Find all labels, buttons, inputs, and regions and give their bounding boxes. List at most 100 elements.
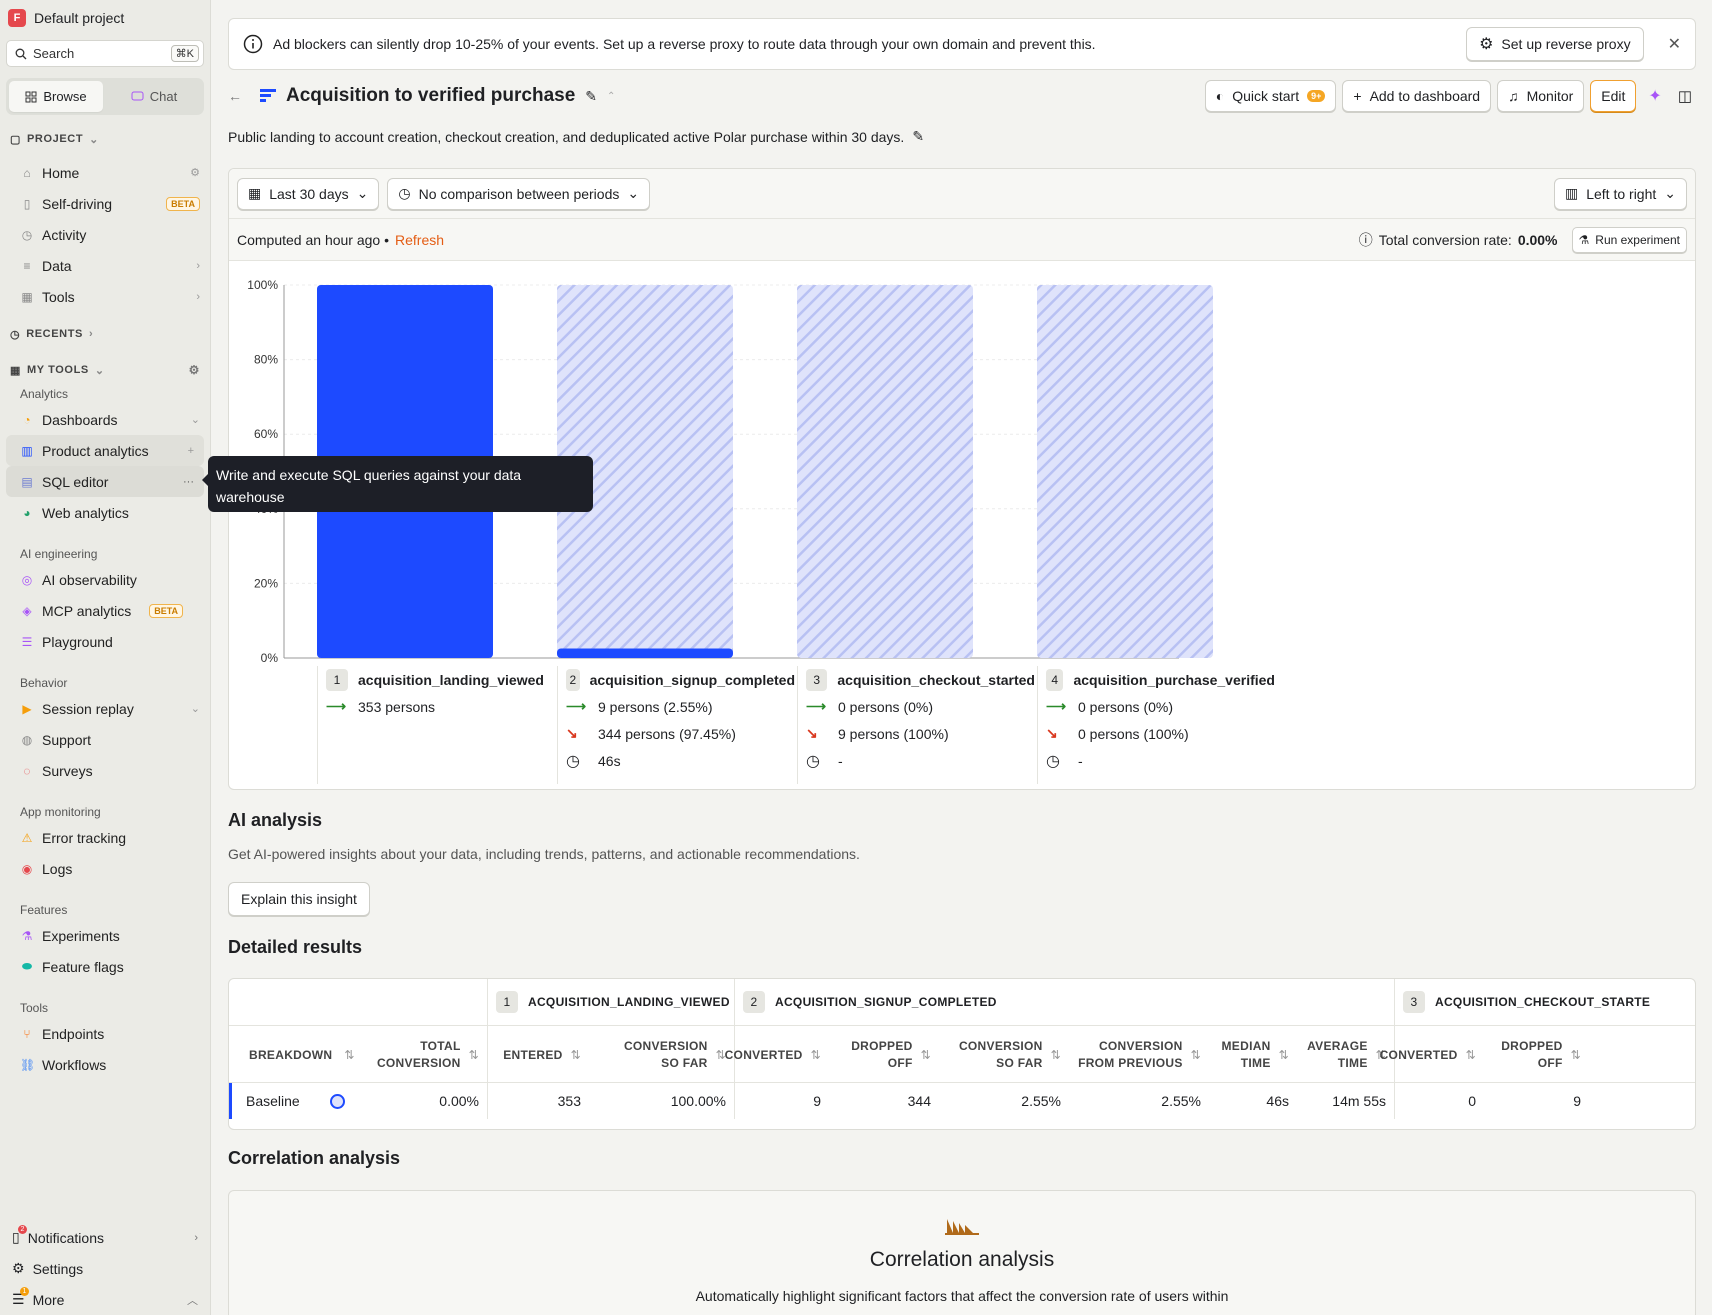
table-column-header[interactable]: CONVERSION SO FAR ⇅ — [589, 1026, 734, 1084]
project-switcher[interactable]: F Default project — [0, 0, 210, 36]
close-icon[interactable]: ✕ — [1668, 34, 1681, 54]
table-column-header[interactable]: DROPPED OFF ⇅ — [829, 1026, 939, 1084]
more-icon[interactable]: ··· — [183, 476, 194, 488]
table-column-header[interactable]: MEDIAN TIME ⇅ — [1209, 1026, 1297, 1084]
sidebar-item-tools[interactable]: ▦ Tools › — [0, 281, 210, 312]
layout-select[interactable]: ▥ Left to right ⌄ — [1553, 177, 1687, 210]
sidebar-item-product-analytics[interactable]: ▥ Product analytics + — [6, 435, 204, 466]
sort-icon[interactable]: ⇅ — [344, 1048, 354, 1062]
sidebar-item-mcp-analytics[interactable]: ◈ MCP analytics BETA — [0, 595, 210, 626]
box-icon: ▢ — [10, 133, 21, 146]
quick-start-button[interactable]: ◐ Quick start 9+ — [1204, 80, 1337, 112]
project-section-header[interactable]: ▢ PROJECT ⌄ — [0, 129, 210, 149]
table-column-header[interactable]: BREAKDOWN ⇅ — [229, 1026, 357, 1084]
sidebar-item-home[interactable]: ⌂ Home ⚙ — [0, 157, 210, 188]
sort-icon[interactable]: ⇅ — [1571, 1048, 1581, 1062]
explain-insight-button[interactable]: Explain this insight — [228, 882, 370, 916]
sort-icon[interactable]: ⇅ — [811, 1048, 821, 1062]
arrow-down-right-icon: ↘ — [566, 725, 578, 741]
playground-icon: ☰ — [21, 634, 33, 649]
back-arrow-icon[interactable]: ← — [228, 88, 250, 104]
sidebar-item-workflows[interactable]: ⛓ Workflows — [0, 1049, 210, 1080]
table-cell: Baseline — [229, 1083, 357, 1119]
side-panel-icon[interactable]: ◫ — [1674, 87, 1696, 105]
grid-icon: ▦ — [10, 364, 21, 377]
sidebar-item-data[interactable]: ≡ Data › — [0, 250, 210, 281]
sidebar-item-surveys[interactable]: ◌ Surveys — [0, 755, 210, 786]
correlation-icon — [945, 1219, 979, 1235]
recents-section-header[interactable]: ◷ RECENTS › — [0, 324, 210, 344]
table-column-header[interactable]: CONVERTED ⇅ — [1380, 1026, 1484, 1084]
gear-icon[interactable]: ⚙ — [189, 363, 200, 377]
sidebar-item-support[interactable]: ◍ Support — [0, 724, 210, 755]
sort-icon[interactable]: ⇅ — [921, 1048, 931, 1062]
flask-icon: ⚗ — [21, 928, 33, 943]
sidebar-item-error-tracking[interactable]: ⚠ Error tracking — [0, 822, 210, 853]
table-column-header[interactable]: ENTERED ⇅ — [487, 1026, 589, 1084]
run-experiment-button[interactable]: ⚗ Run experiment — [1571, 226, 1687, 253]
pencil-icon[interactable]: ✎ — [912, 128, 924, 145]
sidebar-item-label: Error tracking — [42, 829, 127, 846]
group-label-features: Features — [20, 903, 68, 917]
mytools-section-header[interactable]: ▦ MY TOOLS ⌄ ⚙ — [0, 360, 210, 380]
funnel-bar-background[interactable] — [797, 285, 973, 658]
table-column-header[interactable]: CONVERSION FROM PREVIOUS ⇅ — [1069, 1026, 1209, 1084]
edit-button[interactable]: Edit — [1590, 80, 1637, 112]
sort-icon[interactable]: ⌃ — [607, 91, 615, 102]
sidebar: F Default project Search ⌘K Browse Chat … — [0, 0, 211, 1315]
chevron-down-icon: ⌄ — [1664, 185, 1676, 201]
date-range-select[interactable]: ▦ Last 30 days ⌄ — [237, 177, 380, 210]
sidebar-item-web-analytics[interactable]: ◕ Web analytics — [0, 497, 210, 528]
step-converted: 353 persons — [358, 698, 436, 715]
setup-reverse-proxy-button[interactable]: ⚙ Set up reverse proxy — [1466, 27, 1644, 61]
table-column-header[interactable]: TOTAL CONVERSION ⇅ — [357, 1026, 487, 1084]
table-column-header[interactable]: CONVERTED ⇅ — [725, 1026, 829, 1084]
search-input[interactable]: Search ⌘K — [6, 40, 204, 67]
sort-icon[interactable]: ⇅ — [1051, 1048, 1061, 1062]
settings-item[interactable]: ⚙ Settings — [0, 1253, 210, 1284]
sort-icon[interactable]: ⇅ — [1279, 1048, 1289, 1062]
monitor-button[interactable]: ♫ Monitor — [1497, 80, 1585, 112]
sidebar-item-feature-flags[interactable]: ⬬ Feature flags — [0, 951, 210, 982]
funnel-bar-background[interactable] — [1037, 285, 1213, 658]
sidebar-item-playground[interactable]: ☰ Playground — [0, 626, 210, 657]
gear-icon: ⚙ — [12, 1260, 25, 1276]
group-name: ACQUISITION_CHECKOUT_STARTE — [1435, 995, 1651, 1009]
funnel-bar[interactable] — [557, 648, 733, 658]
more-item[interactable]: ☰ 1 More ︿ — [0, 1284, 210, 1315]
sidebar-item-dashboards[interactable]: ◔ Dashboards ⌄ — [0, 404, 210, 435]
browse-tab[interactable]: Browse — [9, 81, 103, 112]
y-tick-label: 100% — [247, 278, 278, 292]
sidebar-item-session-replay[interactable]: ▶ Session replay ⌄ — [0, 693, 210, 724]
table-column-header[interactable]: DROPPED OFF ⇅ — [1484, 1026, 1589, 1084]
sidebar-item-self-driving[interactable]: ▯ Self-driving BETA — [0, 188, 210, 219]
sparkle-icon[interactable]: ✦ — [1642, 86, 1667, 106]
info-icon — [243, 34, 263, 54]
sidebar-item-activity[interactable]: ◷ Activity — [0, 219, 210, 250]
plus-icon[interactable]: + — [188, 445, 194, 457]
refresh-link[interactable]: Refresh — [395, 232, 444, 248]
sidebar-item-logs[interactable]: ◉ Logs — [0, 853, 210, 884]
arrow-down-right-icon: ↘ — [806, 725, 818, 741]
settings-small-icon[interactable]: ⚙ — [190, 166, 200, 179]
comparison-select[interactable]: ◷ No comparison between periods ⌄ — [387, 177, 651, 210]
add-to-dashboard-button[interactable]: + Add to dashboard — [1342, 80, 1492, 112]
sort-icon[interactable]: ⇅ — [1191, 1048, 1201, 1062]
edit-label: Edit — [1601, 88, 1626, 104]
sort-icon[interactable]: ⇅ — [469, 1048, 479, 1062]
sidebar-item-sql-editor[interactable]: ▤ SQL editor ··· — [6, 466, 204, 497]
sidebar-item-endpoints[interactable]: ⑂ Endpoints — [0, 1018, 210, 1049]
sidebar-item-experiments[interactable]: ⚗ Experiments — [0, 920, 210, 951]
chat-tab[interactable]: Chat — [107, 81, 201, 112]
table-row[interactable]: Baseline 0.00% 353 100.00% 9 344 2.55% 2.55% 46s… — [229, 1083, 1695, 1119]
notifications-item[interactable]: ▯ 2 Notifications › — [0, 1222, 210, 1253]
step-time: 46s — [598, 752, 621, 769]
pencil-icon[interactable]: ✎ — [585, 88, 597, 105]
series-dot-icon[interactable] — [330, 1093, 345, 1109]
sort-icon[interactable]: ⇅ — [1466, 1048, 1476, 1062]
correlation-card: Correlation analysis Automatically highl… — [228, 1190, 1696, 1315]
table-column-header[interactable]: CONVERSION SO FAR ⇅ — [939, 1026, 1069, 1084]
calendar-icon: ▦ — [248, 185, 262, 201]
sort-icon[interactable]: ⇅ — [571, 1048, 581, 1062]
sidebar-item-ai-observability[interactable]: ◎ AI observability — [0, 564, 210, 595]
